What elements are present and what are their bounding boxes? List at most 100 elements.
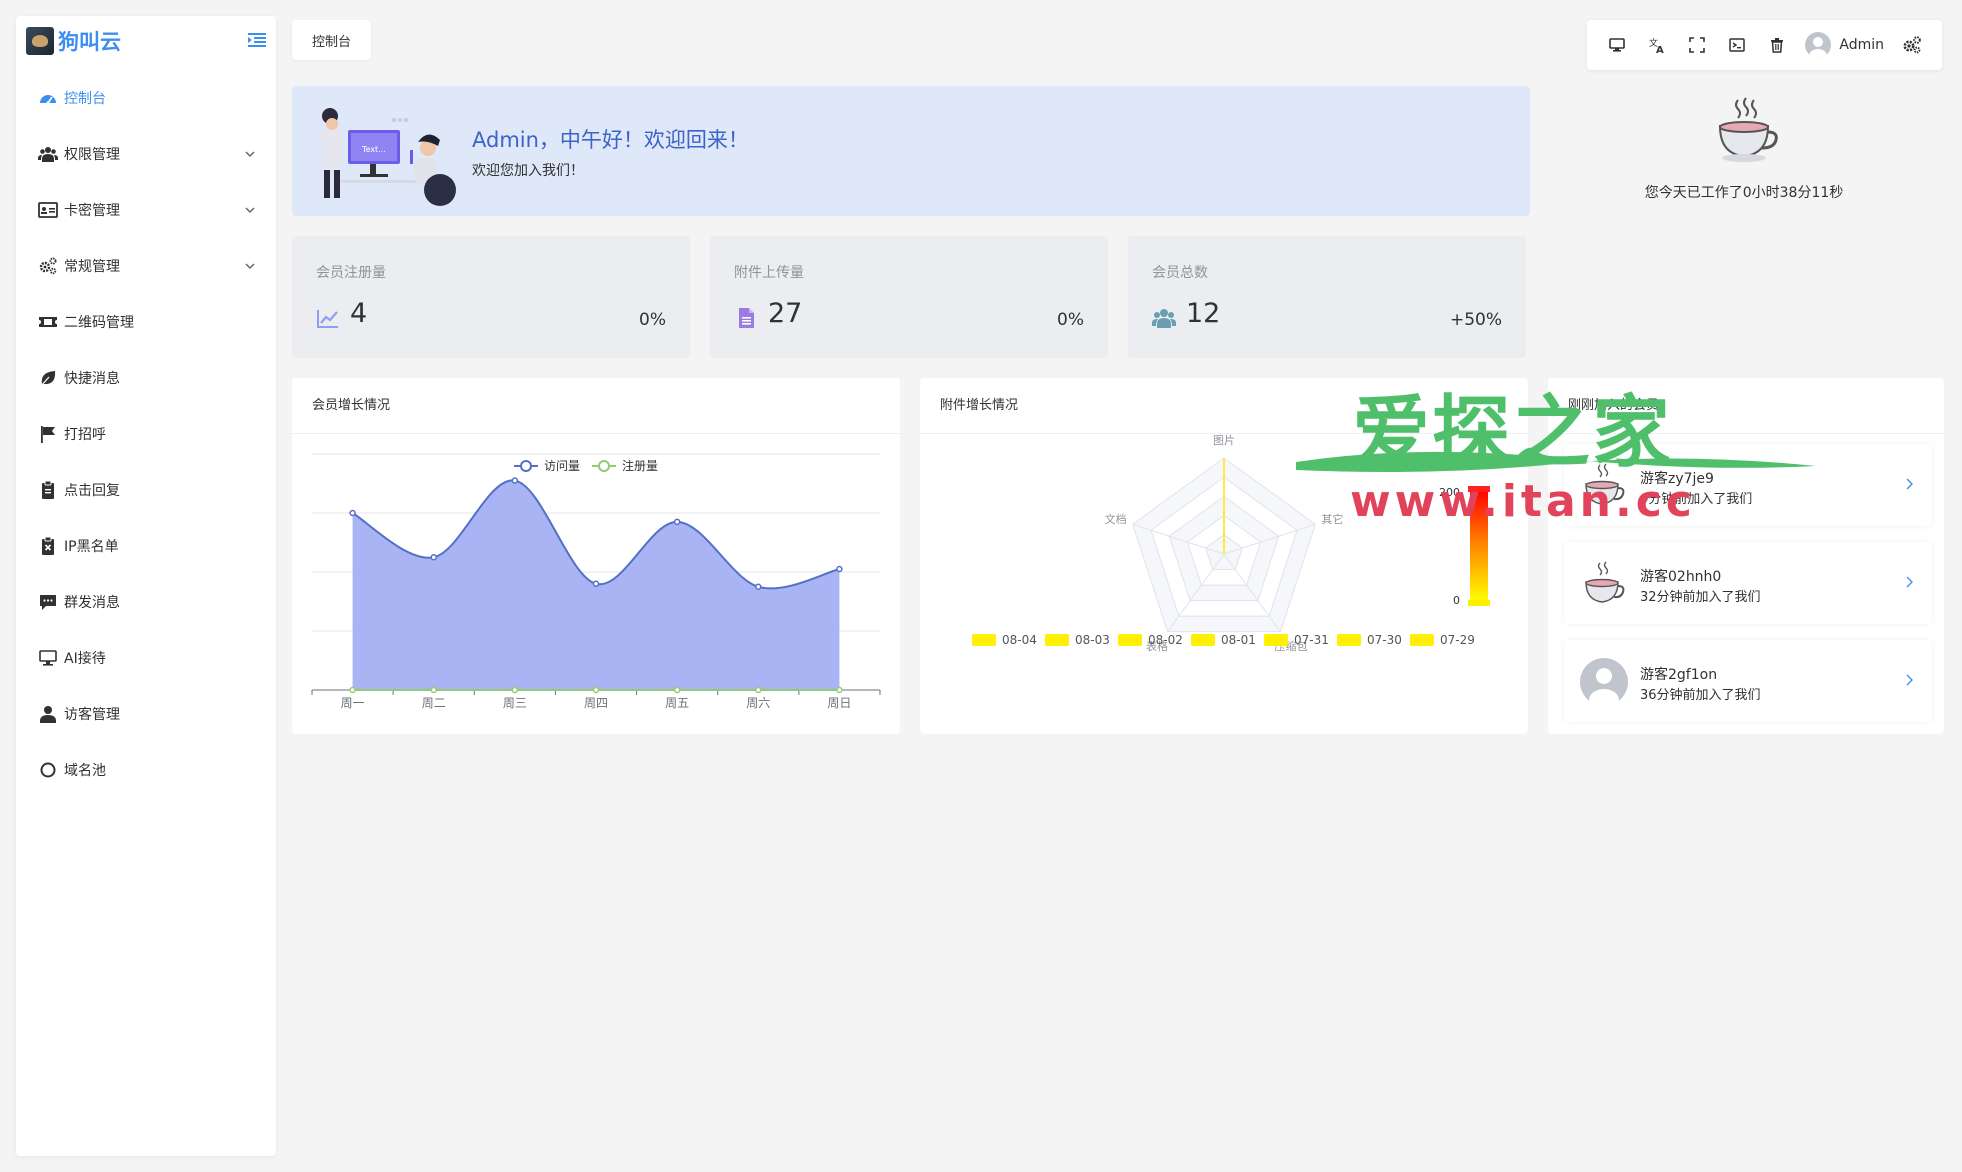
user-icon bbox=[38, 704, 58, 724]
data-point[interactable] bbox=[511, 686, 519, 694]
legend-label: 08-04 bbox=[1002, 633, 1037, 647]
brand-logo bbox=[26, 27, 54, 55]
x-tick-label: 周五 bbox=[665, 696, 689, 710]
x-tick-label: 周一 bbox=[341, 696, 365, 710]
translate-icon: 文A bbox=[1649, 37, 1664, 54]
data-point[interactable] bbox=[836, 686, 843, 694]
circle-icon bbox=[38, 760, 58, 780]
sidebar-item[interactable]: 权限管理 bbox=[16, 126, 276, 182]
data-point[interactable] bbox=[755, 583, 762, 590]
sidebar-item-label: 二维码管理 bbox=[64, 315, 134, 331]
legend-marker[interactable] bbox=[1264, 634, 1288, 646]
sidebar-item-label: 点击回复 bbox=[64, 483, 120, 499]
brand: 狗叫云 bbox=[16, 16, 276, 66]
radar-indicator-label: 图片 bbox=[1213, 434, 1235, 447]
data-point[interactable] bbox=[673, 686, 681, 694]
data-point[interactable] bbox=[349, 509, 356, 517]
dashboard-icon bbox=[38, 88, 58, 108]
data-point[interactable] bbox=[349, 686, 356, 694]
legend-marker[interactable] bbox=[1410, 634, 1434, 646]
attachment-growth-chart: 图片其它压缩包表格文档200008-04 08-03 08-02 08-01 07-31… bbox=[972, 434, 1490, 653]
sidebar-item-label: 常规管理 bbox=[64, 259, 120, 275]
data-point[interactable] bbox=[673, 518, 681, 526]
line-chart-icon bbox=[317, 310, 338, 328]
data-point[interactable] bbox=[836, 565, 843, 573]
member-item[interactable]: 游客zy7je9 4分钟前加入了我们 bbox=[1564, 444, 1932, 526]
panel-title: 附件增长情况 bbox=[920, 378, 1528, 434]
user-menu[interactable]: Admin bbox=[1797, 32, 1892, 58]
welcome-subtitle: 欢迎您加入我们！ bbox=[472, 163, 584, 179]
fullscreen-icon bbox=[1689, 37, 1706, 53]
stat-card-registrations: 会员注册量 4 0% bbox=[292, 236, 690, 358]
data-point[interactable] bbox=[592, 580, 600, 588]
sidebar-item[interactable]: 常规管理 bbox=[16, 238, 276, 294]
illustration-text: Text... bbox=[361, 145, 386, 154]
x-tick-label: 周四 bbox=[584, 696, 608, 710]
trash-icon bbox=[1771, 38, 1784, 53]
ticket-icon bbox=[38, 312, 58, 332]
sidebar-item[interactable]: 卡密管理 bbox=[16, 182, 276, 238]
sidebar-item[interactable]: 点击回复 bbox=[16, 462, 276, 518]
users-icon bbox=[38, 144, 58, 164]
worktime-card: 您今天已工作了0小时38分11秒 bbox=[1546, 86, 1942, 216]
sidebar-item[interactable]: 群发消息 bbox=[16, 574, 276, 630]
legend-label: 07-30 bbox=[1367, 633, 1402, 647]
data-point[interactable] bbox=[755, 686, 762, 694]
radar-indicator-label: 文档 bbox=[1105, 512, 1127, 526]
users-icon bbox=[1152, 309, 1176, 328]
desktop-button[interactable] bbox=[1597, 25, 1637, 65]
sidebar-item[interactable]: 访客管理 bbox=[16, 686, 276, 742]
settings-button[interactable] bbox=[1892, 25, 1932, 65]
legend-marker[interactable] bbox=[1191, 634, 1215, 646]
x-tick-label: 周二 bbox=[422, 696, 446, 710]
sidebar-nav: 控制台 权限管理 卡密管理常规管理二维码管理快捷消息打招呼点击回复 IP黑名单群发消息… bbox=[16, 70, 276, 798]
visual-map-handle[interactable] bbox=[1468, 486, 1490, 492]
teacup-avatar bbox=[1585, 561, 1625, 603]
legend-marker[interactable] bbox=[972, 634, 996, 646]
data-point[interactable] bbox=[511, 477, 519, 484]
sidebar-item-label: 快捷消息 bbox=[64, 371, 120, 387]
sidebar-item[interactable]: IP黑名单 bbox=[16, 518, 276, 574]
username: Admin bbox=[1839, 37, 1884, 53]
tab-dashboard[interactable]: 控制台 bbox=[292, 20, 372, 60]
legend-label: 07-29 bbox=[1440, 633, 1475, 647]
data-point[interactable] bbox=[430, 554, 437, 561]
sidebar-item[interactable]: 快捷消息 bbox=[16, 350, 276, 406]
data-point[interactable] bbox=[592, 686, 600, 694]
visual-map-handle[interactable] bbox=[1468, 600, 1490, 606]
legend-label: 访问量 bbox=[544, 459, 580, 473]
stat-label: 附件上传量 bbox=[734, 265, 804, 281]
legend-marker[interactable] bbox=[1337, 634, 1361, 646]
member-item[interactable]: 游客02hnh0 32分钟前加入了我们 bbox=[1564, 542, 1932, 624]
legend-marker[interactable] bbox=[1045, 634, 1069, 646]
id-card-icon bbox=[38, 200, 58, 220]
teacup-icon bbox=[1718, 97, 1778, 162]
leaf-icon bbox=[38, 368, 58, 388]
sidebar-item[interactable]: 二维码管理 bbox=[16, 294, 276, 350]
fullscreen-button[interactable] bbox=[1677, 25, 1717, 65]
terminal-button[interactable] bbox=[1717, 25, 1757, 65]
translate-button[interactable]: 文A bbox=[1637, 25, 1677, 65]
stat-label: 会员注册量 bbox=[316, 265, 386, 281]
sidebar-item[interactable]: 控制台 bbox=[16, 70, 276, 126]
legend-label: 注册量 bbox=[622, 458, 658, 473]
clipboard-icon bbox=[38, 480, 58, 500]
default-avatar bbox=[1580, 658, 1628, 706]
clear-cache-button[interactable] bbox=[1757, 25, 1797, 65]
menu-collapse-icon[interactable] bbox=[248, 32, 266, 48]
x-tick-label: 周六 bbox=[746, 696, 770, 710]
desktop-icon bbox=[1609, 38, 1626, 52]
welcome-banner: Text... Admin，中午好！欢迎回来！ 欢迎您加入我们！ bbox=[292, 86, 1530, 216]
sidebar-item[interactable]: 打招呼 bbox=[16, 406, 276, 462]
chevron-down-icon bbox=[245, 151, 255, 157]
data-point[interactable] bbox=[430, 686, 437, 694]
terminal-icon bbox=[1729, 38, 1746, 52]
stat-label: 会员总数 bbox=[1152, 265, 1208, 281]
legend-marker[interactable] bbox=[1118, 634, 1142, 646]
member-item[interactable]: 游客2gf1on 36分钟前加入了我们 bbox=[1564, 640, 1932, 722]
sidebar-item[interactable]: 域名池 bbox=[16, 742, 276, 798]
stat-change: 0% bbox=[639, 310, 666, 330]
sidebar-item[interactable]: AI接待 bbox=[16, 630, 276, 686]
visual-map-bar[interactable] bbox=[1470, 490, 1488, 602]
sidebar-item-label: 群发消息 bbox=[64, 595, 120, 611]
